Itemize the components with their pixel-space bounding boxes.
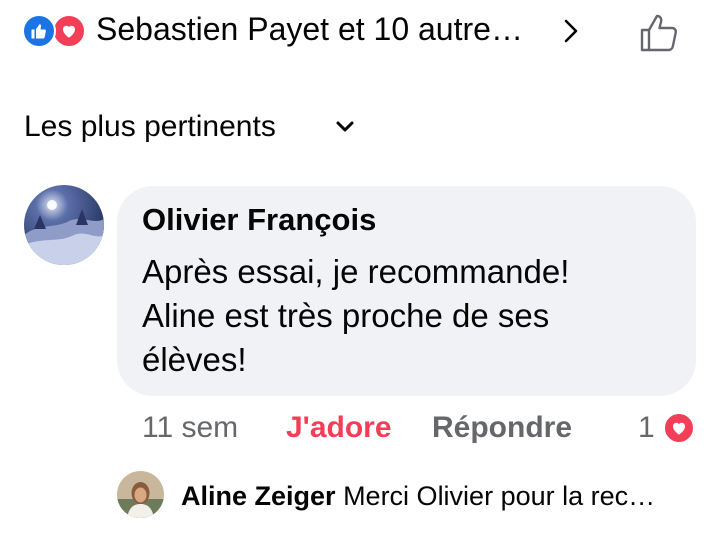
reply-author[interactable]: Aline Zeiger — [181, 481, 336, 511]
thumbs-up-icon[interactable] — [636, 10, 682, 56]
chevron-right-icon[interactable] — [558, 16, 584, 46]
avatar[interactable] — [117, 471, 164, 518]
reply-button[interactable]: Répondre — [432, 408, 572, 448]
reply-text: Merci Olivier pour la rec… — [343, 481, 656, 511]
reply-preview[interactable]: Aline Zeiger Merci Olivier pour la rec… — [181, 478, 655, 514]
reaction-count[interactable]: 1 — [638, 408, 655, 448]
sort-dropdown[interactable]: Les plus pertinents — [24, 108, 276, 146]
comment-timestamp[interactable]: 11 sem — [142, 408, 238, 448]
comment-author[interactable]: Olivier François — [142, 200, 376, 240]
love-reaction-icon[interactable] — [663, 412, 695, 444]
comment-line: Après essai, je recommande! — [142, 253, 570, 290]
love-reaction-button[interactable]: J'adore — [286, 408, 392, 448]
reactions-summary-row[interactable]: Sebastien Payet et 10 autre… — [22, 8, 698, 52]
avatar[interactable] — [24, 185, 104, 265]
love-reaction-icon — [52, 14, 86, 48]
reaction-icons — [22, 14, 88, 48]
like-reaction-icon — [22, 14, 56, 48]
comment-line: Aline est très proche de ses — [142, 297, 550, 334]
reactors-summary[interactable]: Sebastien Payet et 10 autre… — [96, 10, 523, 48]
comment-line: élèves! — [142, 341, 247, 378]
comment-text: Après essai, je recommande! Aline est tr… — [142, 250, 682, 382]
chevron-down-icon[interactable] — [334, 118, 356, 136]
